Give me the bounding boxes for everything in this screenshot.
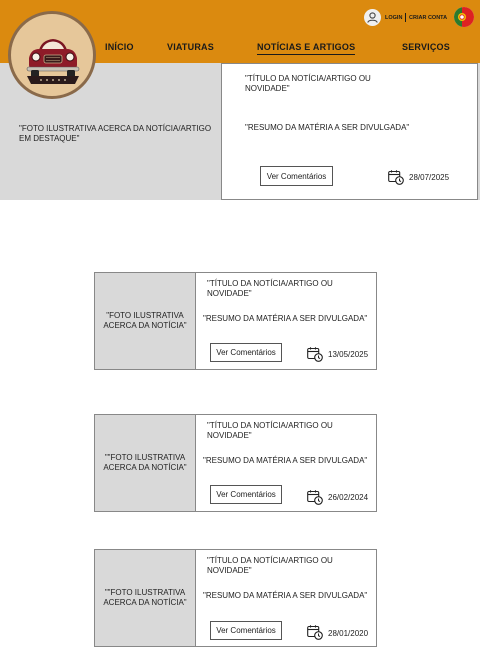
classic-car-logo bbox=[26, 39, 80, 84]
article-date: 26/02/2024 bbox=[328, 493, 369, 502]
create-account-link[interactable]: CRIAR CONTA bbox=[409, 15, 447, 21]
calendar-clock-icon bbox=[388, 170, 404, 185]
featured-date: 28/07/2025 bbox=[409, 173, 450, 182]
featured-photo-caption: "FOTO ILUSTRATIVA ACERCA DA NOTÍCIA/ARTI… bbox=[19, 124, 212, 143]
logo[interactable] bbox=[8, 11, 96, 99]
article-summary: "RESUMO DA MATÉRIA A SER DIVULGADA" bbox=[203, 591, 368, 600]
nav-inicio[interactable]: INÍCIO bbox=[105, 42, 134, 52]
featured-article-summary: "RESUMO DA MATÉRIA A SER DIVULGADA" bbox=[245, 123, 410, 132]
auth-divider bbox=[405, 13, 406, 22]
article-card: ""FOTO ILUSTRATIVA ACERCA DA NOTÍCIA" "T… bbox=[94, 414, 377, 512]
comments-button[interactable]: Ver Comentários bbox=[210, 621, 282, 640]
calendar-clock-icon bbox=[307, 490, 323, 505]
article-photo[interactable]: ""FOTO ILUSTRATIVA ACERCA DA NOTÍCIA" bbox=[95, 550, 196, 646]
calendar-clock-icon bbox=[307, 347, 323, 362]
article-date: 13/05/2025 bbox=[328, 350, 369, 359]
user-icon[interactable] bbox=[364, 9, 381, 26]
article-title[interactable]: "TÍTULO DA NOTÍCIA/ARTIGO OU NOVIDADE" bbox=[207, 279, 357, 299]
nav-servicos[interactable]: SERVIÇOS bbox=[402, 42, 450, 52]
article-title[interactable]: "TÍTULO DA NOTÍCIA/ARTIGO OU NOVIDADE" bbox=[207, 556, 357, 576]
nav-noticias-artigos[interactable]: NOTÍCIAS E ARTIGOS bbox=[257, 42, 356, 55]
comments-button[interactable]: Ver Comentários bbox=[210, 485, 282, 504]
flag-icon[interactable] bbox=[454, 7, 474, 27]
article-summary: "RESUMO DA MATÉRIA A SER DIVULGADA" bbox=[203, 314, 368, 323]
article-summary: "RESUMO DA MATÉRIA A SER DIVULGADA" bbox=[203, 456, 368, 465]
login-link[interactable]: LOGIN bbox=[385, 15, 402, 21]
calendar-clock-icon bbox=[307, 625, 323, 640]
article-photo[interactable]: ""FOTO ILUSTRATIVA ACERCA DA NOTÍCIA" bbox=[95, 415, 196, 511]
article-card: ""FOTO ILUSTRATIVA ACERCA DA NOTÍCIA" "T… bbox=[94, 549, 377, 647]
nav-viaturas[interactable]: VIATURAS bbox=[167, 42, 214, 52]
article-card: "FOTO ILUSTRATIVA ACERCA DA NOTÍCIA" "TÍ… bbox=[94, 272, 377, 370]
comments-button[interactable]: Ver Comentários bbox=[210, 343, 282, 362]
featured-article-title[interactable]: "TÍTULO DA NOTÍCIA/ARTIGO OU NOVIDADE" bbox=[245, 74, 405, 94]
article-photo[interactable]: "FOTO ILUSTRATIVA ACERCA DA NOTÍCIA" bbox=[95, 273, 196, 369]
article-title[interactable]: "TÍTULO DA NOTÍCIA/ARTIGO OU NOVIDADE" bbox=[207, 421, 357, 441]
featured-comments-button[interactable]: Ver Comentários bbox=[260, 166, 333, 186]
article-date: 28/01/2020 bbox=[328, 629, 369, 638]
